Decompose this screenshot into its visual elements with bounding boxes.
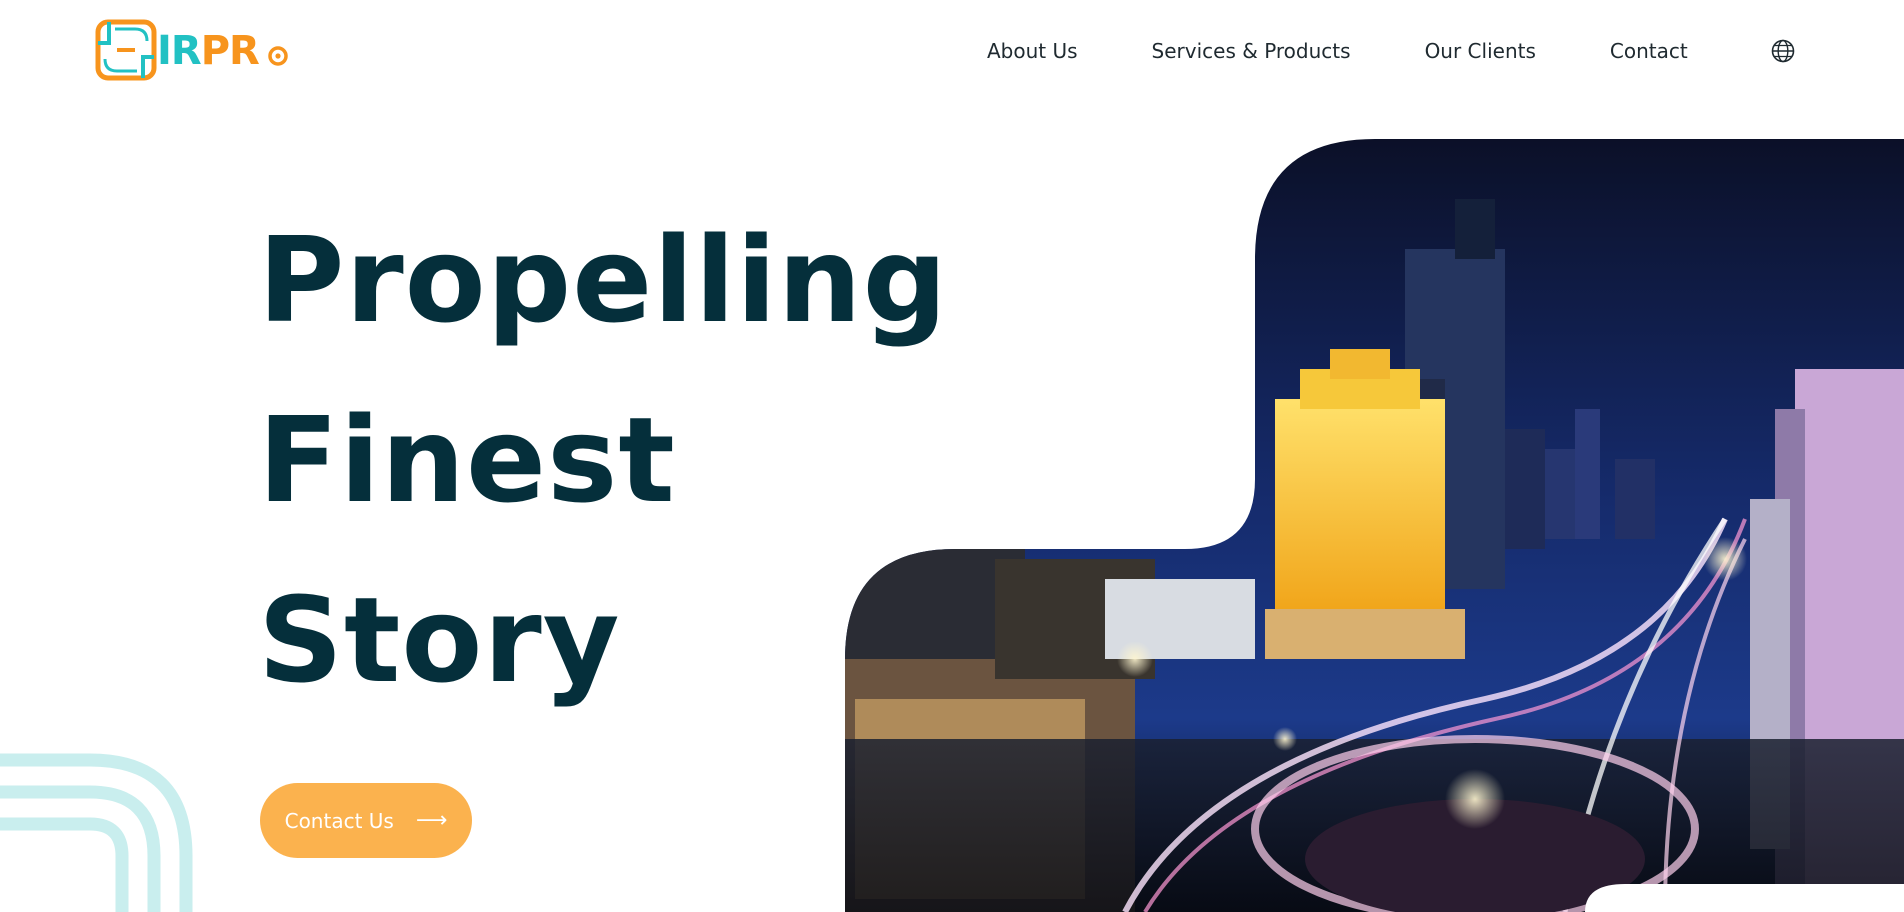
landing-page: IRPR About Us Services & Products Our Cl… [0, 0, 1904, 912]
main-nav: About Us Services & Products Our Clients… [987, 38, 1688, 64]
logo-wordmark-pr: PR [200, 28, 260, 74]
arrow-right-icon: ⟶ [415, 808, 448, 833]
nav-item-services-products[interactable]: Services & Products [1152, 38, 1351, 64]
contact-us-button[interactable]: Contact Us ⟶ [260, 783, 472, 858]
logo-wordmark-ir: IR [157, 28, 202, 74]
logo-wordmark: IRPR [157, 28, 260, 74]
logo-o-target-icon [268, 46, 288, 66]
brand-logo[interactable]: IRPR [95, 19, 295, 81]
hero-city-image [845, 139, 1904, 912]
globe-icon[interactable] [1770, 38, 1796, 64]
nav-item-contact[interactable]: Contact [1610, 38, 1688, 64]
nav-item-our-clients[interactable]: Our Clients [1425, 38, 1536, 64]
contact-us-label: Contact Us [284, 808, 394, 833]
nav-item-about-us[interactable]: About Us [987, 38, 1078, 64]
logo-mark-icon [95, 19, 157, 81]
decorative-arcs [0, 753, 193, 912]
